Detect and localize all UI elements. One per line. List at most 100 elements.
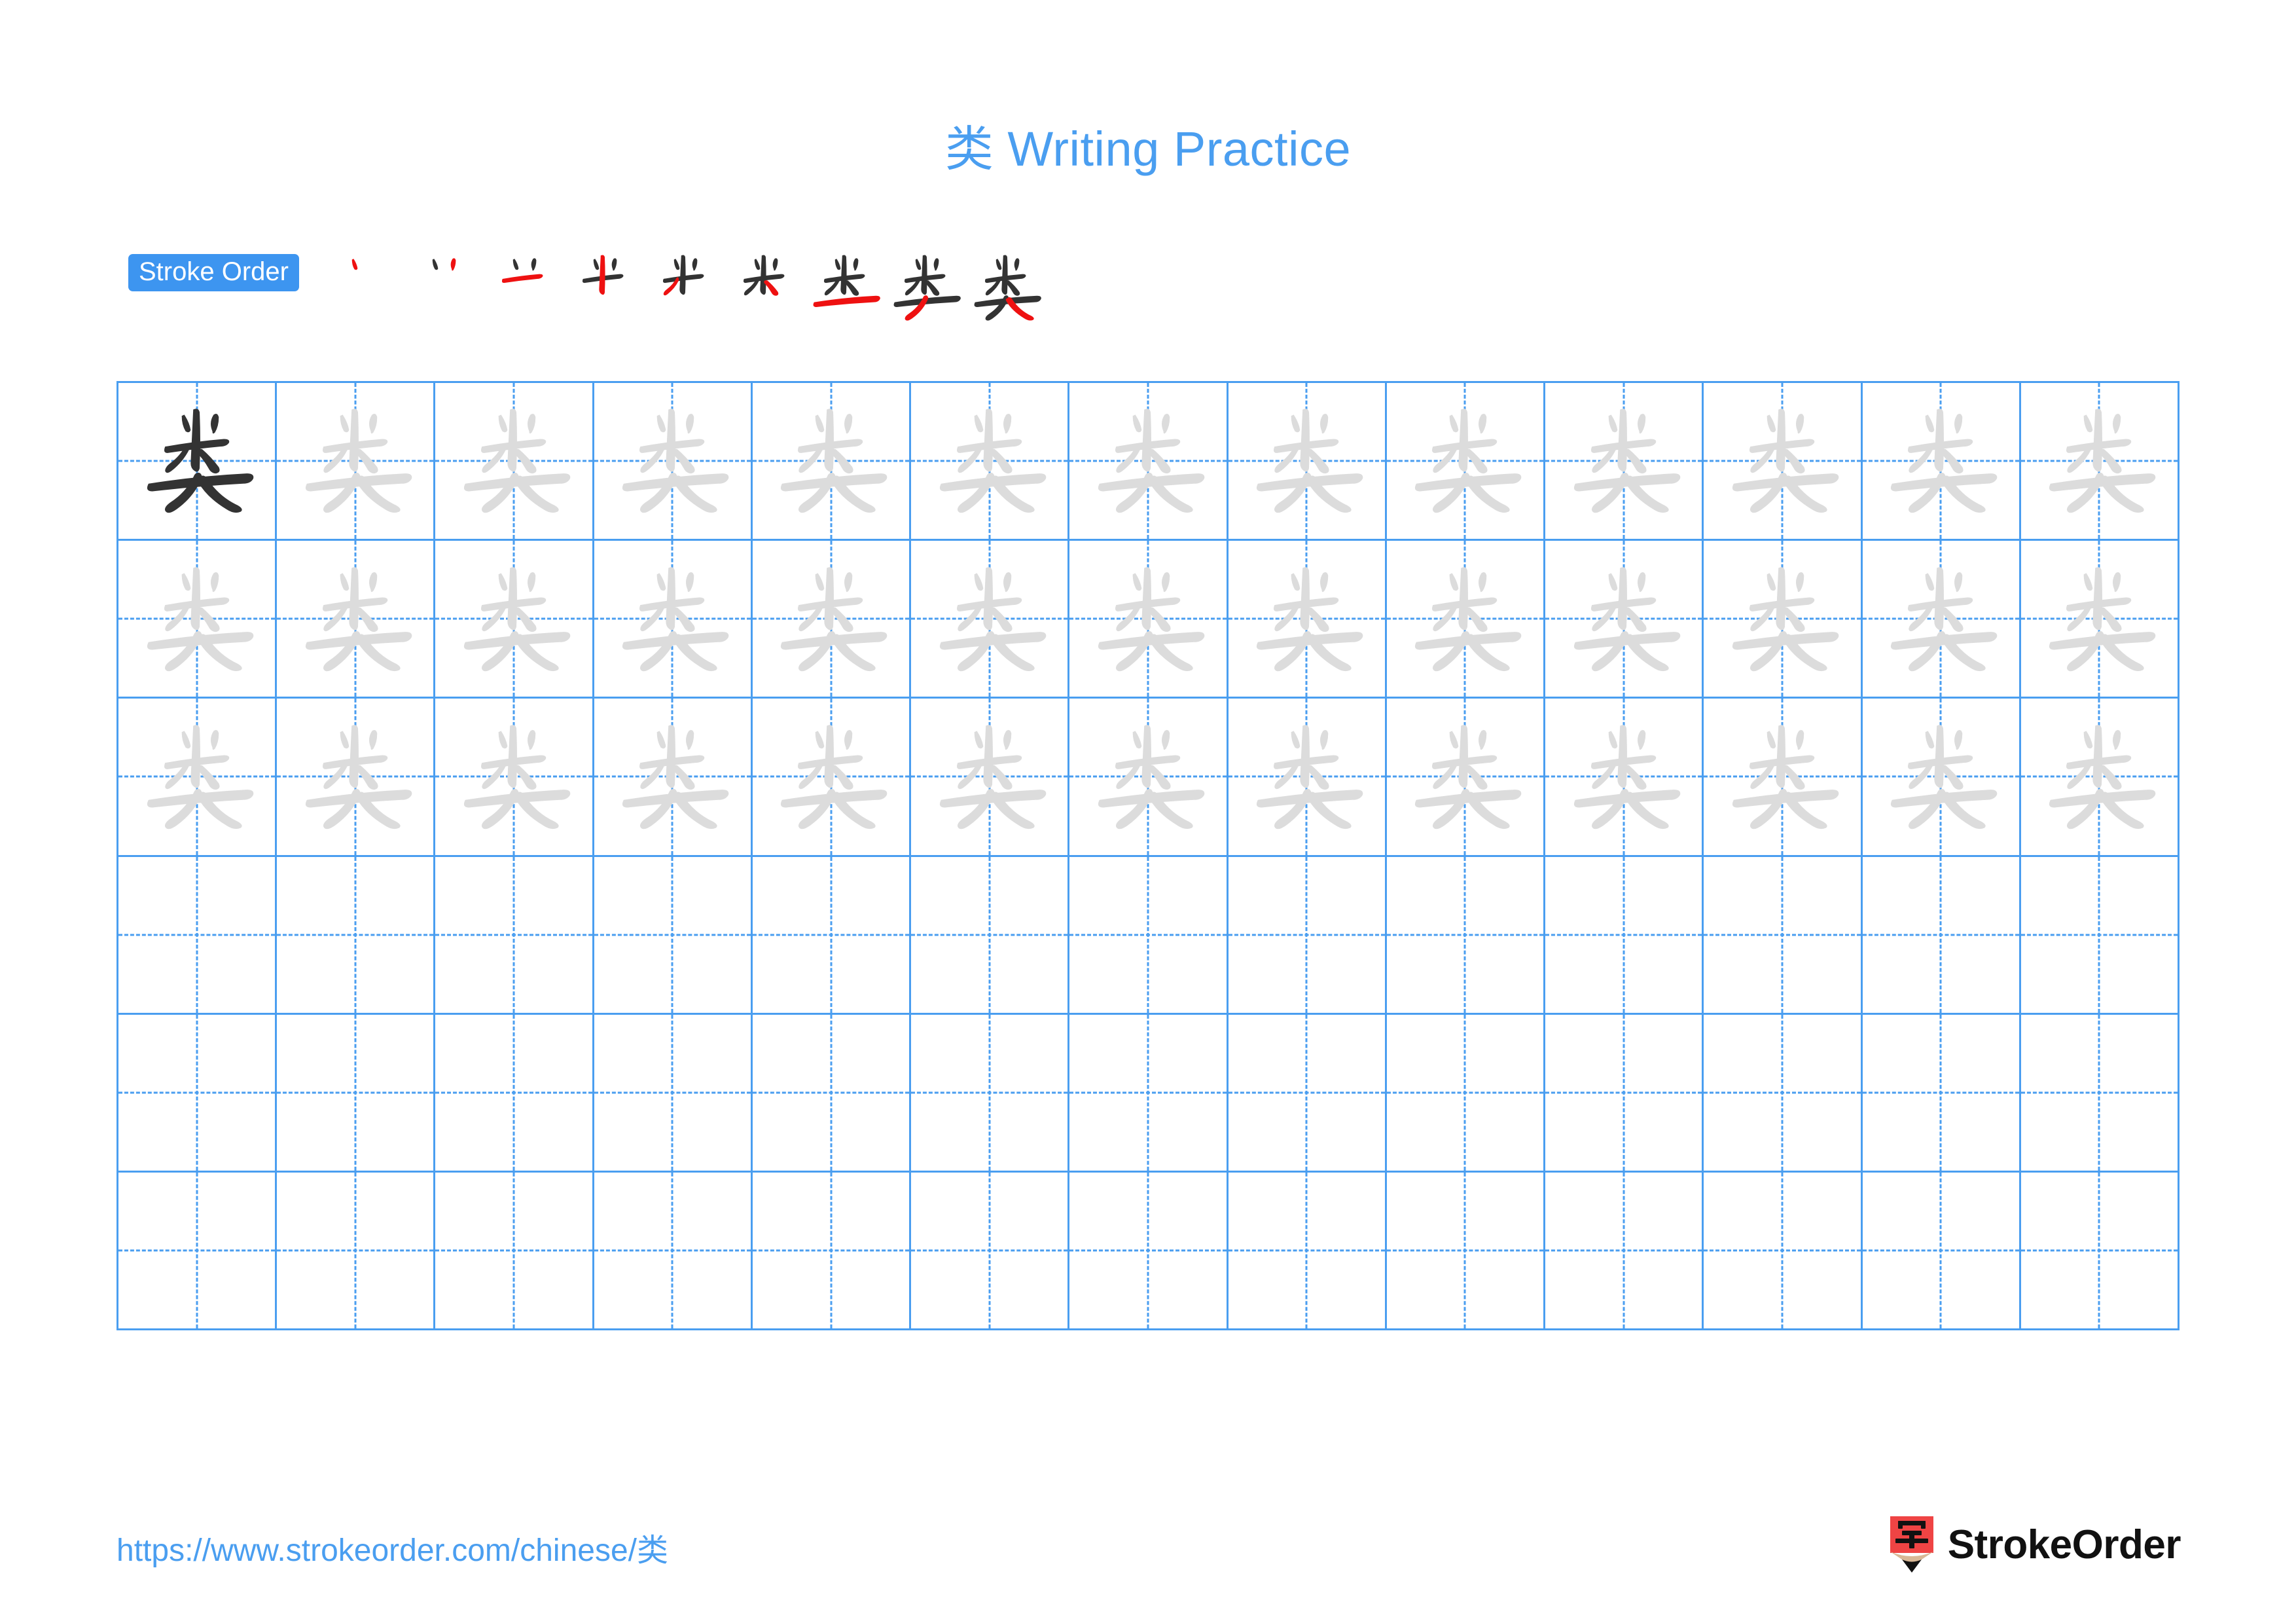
- grid-cell-empty[interactable]: [2020, 1014, 2180, 1173]
- grid-cell-empty[interactable]: [1704, 1172, 1863, 1331]
- grid-row: [118, 1172, 2180, 1331]
- grid-cell-light[interactable]: [118, 699, 278, 857]
- grid-cell-empty[interactable]: [594, 1014, 753, 1173]
- grid-cell-empty[interactable]: [118, 1014, 278, 1173]
- grid-cell-light[interactable]: [1069, 383, 1229, 541]
- grid-cell-light[interactable]: [2020, 383, 2180, 541]
- grid-cell-light[interactable]: [1862, 383, 2021, 541]
- stroke-4: [983, 725, 993, 788]
- stroke-8: [1433, 473, 1471, 513]
- grid-cell-light[interactable]: [594, 383, 753, 541]
- stroke-1: [498, 414, 508, 433]
- grid-cell-light[interactable]: [1228, 383, 1387, 541]
- grid-cell-light[interactable]: [435, 699, 594, 857]
- grid-cell-empty[interactable]: [1228, 1172, 1387, 1331]
- stroke-8: [1749, 788, 1787, 830]
- grid-cell-light[interactable]: [277, 383, 436, 541]
- grid-cell-empty[interactable]: [752, 1014, 912, 1173]
- grid-cell-empty[interactable]: [1545, 856, 1704, 1015]
- grid-cell-empty[interactable]: [1386, 1014, 1546, 1173]
- grid-cell-light[interactable]: [2020, 699, 2180, 857]
- grid-cell-empty[interactable]: [277, 1014, 436, 1173]
- grid-cell-light[interactable]: [1069, 699, 1229, 857]
- grid-cell-empty[interactable]: [2020, 1172, 2180, 1331]
- grid-cell-empty[interactable]: [1545, 1172, 1704, 1331]
- stroke-2: [2113, 729, 2121, 750]
- grid-cell-empty[interactable]: [277, 1172, 436, 1331]
- grid-cell-empty[interactable]: [752, 856, 912, 1015]
- grid-cell-light[interactable]: [1545, 541, 1704, 699]
- grid-cell-empty[interactable]: [2020, 856, 2180, 1015]
- grid-cell-light[interactable]: [1228, 541, 1387, 699]
- grid-cell-empty[interactable]: [118, 1172, 278, 1331]
- stroke-2: [1161, 572, 1170, 592]
- grid-cell-light[interactable]: [1228, 699, 1387, 857]
- grid-cell-empty[interactable]: [1862, 856, 2021, 1015]
- grid-cell-empty[interactable]: [1069, 1172, 1229, 1331]
- grid-cell-light[interactable]: [435, 541, 594, 699]
- grid-cell-light[interactable]: [1862, 699, 2021, 857]
- grid-cell-empty[interactable]: [435, 1014, 594, 1173]
- stroke-2: [1637, 572, 1645, 592]
- grid-cell-empty[interactable]: [1704, 1014, 1863, 1173]
- grid-cell-empty[interactable]: [1069, 1014, 1229, 1173]
- grid-cell-light[interactable]: [1704, 383, 1863, 541]
- grid-cell-empty[interactable]: [1228, 856, 1387, 1015]
- tracing-character: [1863, 699, 2019, 854]
- grid-cell-empty[interactable]: [118, 856, 278, 1015]
- grid-cell-light[interactable]: [277, 699, 436, 857]
- tracing-character: [1545, 541, 1702, 697]
- stroke-2: [2113, 572, 2121, 592]
- grid-cell-light[interactable]: [118, 541, 278, 699]
- footer-url[interactable]: https://www.strokeorder.com/chinese/类: [117, 1524, 668, 1570]
- grid-cell-light[interactable]: [1704, 541, 1863, 699]
- grid-cell-light[interactable]: [752, 699, 912, 857]
- grid-cell-light[interactable]: [1069, 541, 1229, 699]
- grid-cell-empty[interactable]: [1386, 856, 1546, 1015]
- grid-cell-light[interactable]: [911, 699, 1070, 857]
- grid-cell-light[interactable]: [1545, 383, 1704, 541]
- grid-cell-light[interactable]: [752, 541, 912, 699]
- grid-cell-light[interactable]: [1545, 699, 1704, 857]
- grid-cell-light[interactable]: [594, 699, 753, 857]
- grid-cell-empty[interactable]: [435, 1172, 594, 1331]
- grid-cell-empty[interactable]: [911, 1172, 1070, 1331]
- grid-cell-light[interactable]: [1386, 383, 1546, 541]
- stroke-1: [1450, 572, 1459, 591]
- grid-cell-light[interactable]: [277, 541, 436, 699]
- grid-cell-empty[interactable]: [1862, 1014, 2021, 1173]
- grid-cell-light[interactable]: [911, 541, 1070, 699]
- stroke-1: [2083, 572, 2093, 591]
- grid-cell-light[interactable]: [911, 383, 1070, 541]
- grid-cell-empty[interactable]: [1386, 1172, 1546, 1331]
- grid-cell-light[interactable]: [2020, 541, 2180, 699]
- footer-logo[interactable]: StrokeOrder: [1888, 1514, 2181, 1577]
- grid-cell-empty[interactable]: [911, 856, 1070, 1015]
- stroke-4: [599, 255, 605, 295]
- grid-cell-light[interactable]: [1862, 541, 2021, 699]
- grid-cell-empty[interactable]: [1069, 856, 1229, 1015]
- grid-cell-empty[interactable]: [1862, 1172, 2021, 1331]
- grid-cell-empty[interactable]: [1228, 1014, 1387, 1173]
- stroke-6: [989, 765, 1013, 790]
- stroke-step-7: [804, 247, 885, 328]
- grid-cell-light[interactable]: [1386, 541, 1546, 699]
- stroke-4: [840, 255, 847, 295]
- grid-cell-empty[interactable]: [752, 1172, 912, 1331]
- stroke-1: [432, 259, 439, 270]
- grid-cell-empty[interactable]: [911, 1014, 1070, 1173]
- grid-cell-empty[interactable]: [435, 856, 594, 1015]
- grid-cell-empty[interactable]: [277, 856, 436, 1015]
- grid-cell-light[interactable]: [435, 383, 594, 541]
- stroke-1: [996, 259, 1002, 270]
- grid-cell-light[interactable]: [1704, 699, 1863, 857]
- grid-cell-empty[interactable]: [1545, 1014, 1704, 1173]
- grid-cell-dark[interactable]: [118, 383, 278, 541]
- grid-cell-light[interactable]: [594, 541, 753, 699]
- tracing-character: [435, 383, 592, 539]
- grid-cell-empty[interactable]: [1704, 856, 1863, 1015]
- grid-cell-empty[interactable]: [594, 856, 753, 1015]
- grid-cell-empty[interactable]: [594, 1172, 753, 1331]
- grid-cell-light[interactable]: [752, 383, 912, 541]
- grid-cell-light[interactable]: [1386, 699, 1546, 857]
